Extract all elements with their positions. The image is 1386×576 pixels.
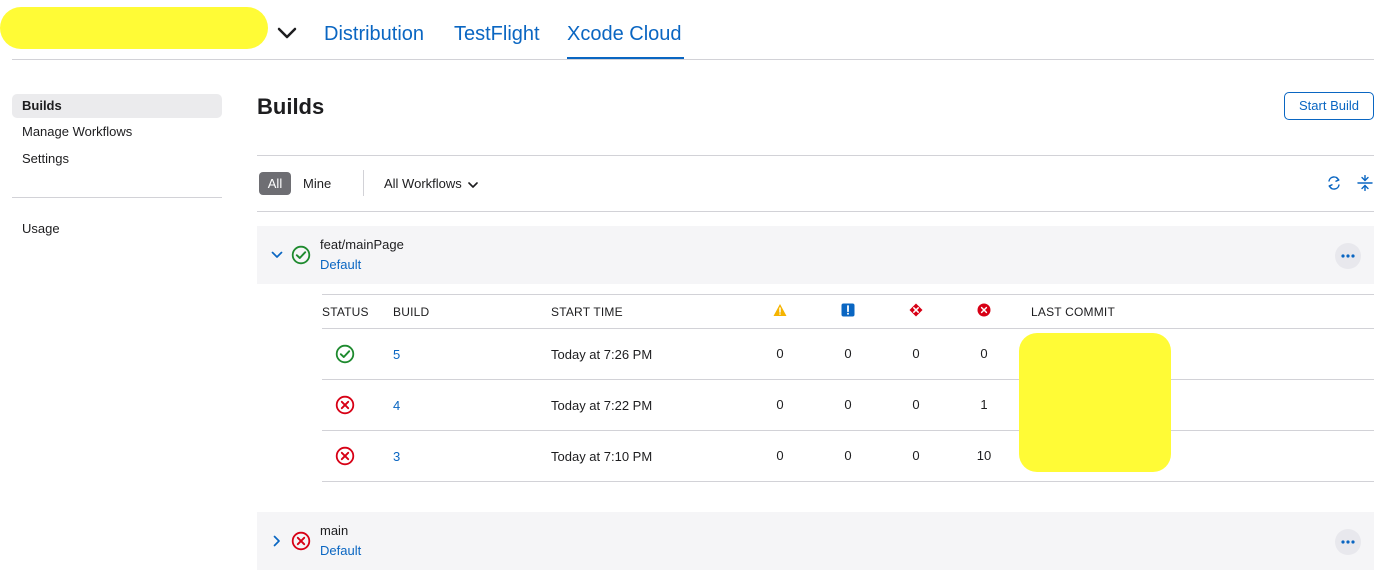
warning-icon [773,304,787,316]
success-check-icon [335,344,355,364]
top-divider [12,59,1374,60]
analyzer-count: 0 [844,346,852,361]
chevron-down-icon[interactable] [276,22,298,44]
chevron-right-icon[interactable] [271,535,283,547]
workflow-select[interactable]: All Workflows [384,172,479,195]
column-header-status: STATUS [322,305,369,319]
page-title: Builds [257,94,325,119]
workflow-link[interactable]: Default [320,257,361,272]
chevron-down-icon[interactable] [271,249,283,261]
build-number-link[interactable]: 5 [393,347,400,362]
error-icon [977,303,991,317]
last-commit-redacted [1019,333,1171,472]
more-options-button[interactable] [1335,243,1361,269]
analyzer-count: 0 [844,448,852,463]
build-number-link[interactable]: 3 [393,449,400,464]
start-build-button[interactable]: Start Build [1284,92,1374,120]
build-start-time: Today at 7:10 PM [551,449,653,464]
header-divider [257,155,1374,156]
success-check-icon [291,245,311,265]
test-failure-icon [909,303,923,317]
warnings-count: 0 [776,346,784,361]
sidebar-divider [12,197,222,198]
refresh-icon[interactable] [1326,175,1342,191]
column-header-build: BUILD [393,305,430,319]
collapse-all-icon[interactable] [1357,175,1373,191]
errors-count: 0 [980,346,988,361]
errors-count: 10 [976,448,992,463]
test-failures-count: 0 [912,397,920,412]
row-divider [322,379,1374,380]
branch-group-header[interactable] [257,226,1374,284]
row-divider [322,430,1374,431]
ellipsis-icon [1341,254,1355,258]
analyzer-count: 0 [844,397,852,412]
sidebar-item-manage-workflows[interactable]: Manage Workflows [12,120,222,144]
errors-count: 1 [980,397,988,412]
analyzer-issue-icon [841,303,855,317]
column-header-start-time: START TIME [551,305,623,319]
more-options-button[interactable] [1335,529,1361,555]
filter-mine-button[interactable]: Mine [303,172,331,195]
tab-testflight[interactable]: TestFlight [454,23,540,46]
test-failures-count: 0 [912,346,920,361]
tab-distribution[interactable]: Distribution [324,23,424,46]
warnings-count: 0 [776,448,784,463]
row-divider [322,481,1374,482]
workflow-select-label: All Workflows [384,176,462,191]
failed-x-icon [291,531,311,551]
filter-divider [257,211,1374,212]
filter-all-button[interactable]: All [259,172,291,195]
top-bar: Distribution TestFlight Xcode Cloud [0,0,1386,60]
build-number-link[interactable]: 4 [393,398,400,413]
sidebar-item-settings[interactable]: Settings [12,147,222,171]
table-top-border [322,294,1374,295]
column-header-last-commit: LAST COMMIT [1031,305,1115,319]
app-name-redacted[interactable] [0,7,268,49]
build-start-time: Today at 7:22 PM [551,398,653,413]
branch-name: main [320,523,349,538]
ellipsis-icon [1341,540,1355,544]
build-start-time: Today at 7:26 PM [551,347,653,362]
sidebar-item-builds[interactable]: Builds [12,94,222,118]
failed-x-icon [335,395,355,415]
chevron-down-icon [468,181,479,188]
filter-separator [363,170,364,196]
failed-x-icon [335,446,355,466]
branch-group-header[interactable] [257,512,1374,570]
sidebar-item-usage[interactable]: Usage [12,217,222,241]
warnings-count: 0 [776,397,784,412]
branch-name: feat/mainPage [320,237,404,252]
test-failures-count: 0 [912,448,920,463]
table-header-border [322,328,1374,329]
tab-xcode-cloud[interactable]: Xcode Cloud [567,23,682,46]
workflow-link[interactable]: Default [320,543,361,558]
